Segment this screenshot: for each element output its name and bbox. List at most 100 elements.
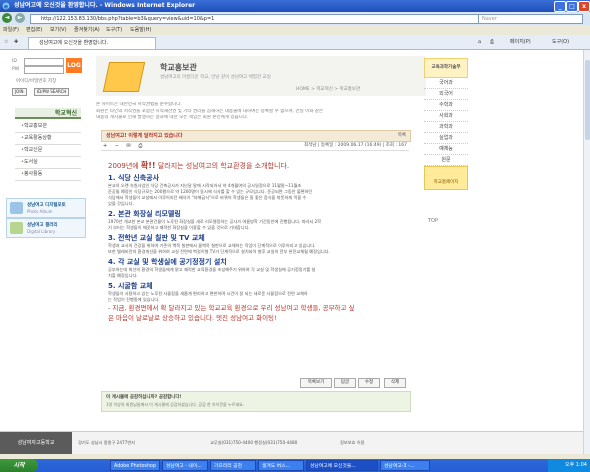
left-menu: 학교홍보관 교육활동상황 학교신문 도서실 봉사활동 bbox=[15, 121, 81, 181]
window-title: 성남여고에 오신것을 환영합니다. - Windows Internet Exp… bbox=[14, 2, 196, 9]
reply-button[interactable]: 답글 bbox=[334, 378, 356, 388]
section-title: 4. 각 교실 및 학생실에 공기정정기 설치 bbox=[108, 258, 227, 266]
list-button[interactable]: 목록 bbox=[398, 132, 406, 140]
left-menu-item[interactable]: 학교홍보관 bbox=[15, 121, 81, 133]
close-button[interactable]: x bbox=[578, 1, 590, 12]
banner-title: 성남여고 갤러리 bbox=[27, 223, 58, 228]
post-body: 2009년에 확!! 달라지는 성남여고의 학교환경을 소개합니다. 1. 식당… bbox=[108, 160, 410, 323]
taskbar: 시작 Adobe Photoshop 성남여고 - 내이... 가으리리 공천 … bbox=[0, 459, 590, 472]
banner-title: 성남여고 디지털포토 bbox=[27, 203, 66, 208]
left-menu-item[interactable]: 교육활동상황 bbox=[15, 133, 81, 145]
page-title: 학교홍보관 bbox=[160, 63, 197, 72]
edit-button[interactable]: 수정 bbox=[358, 378, 380, 388]
right-panel-item[interactable]: 사회과 bbox=[424, 111, 468, 122]
right-panel-list: 국어과 외국어 수학과 사회과 과학과 실업과 예체능 원문 bbox=[424, 78, 468, 166]
section-line: 치할 예정입니다. bbox=[108, 273, 138, 278]
comment-desc: 1명 이상의 회원님들께서 이 게시물에 공감하셨습니다. 공감 한 아이콘을 … bbox=[106, 402, 244, 407]
taskbar-item[interactable]: 가으리리 공천 bbox=[210, 460, 256, 471]
forward-icon[interactable]: ► bbox=[15, 13, 25, 23]
page-menu[interactable]: 페이지(P) bbox=[510, 38, 531, 46]
breadcrumb: HOME > 학교혁신 > 학교홍보관 bbox=[296, 87, 361, 92]
notice-line: 내용의 게시물로 인해 발생하는 결과에 대한 모든 책임은 회원 본인에게 있… bbox=[96, 115, 249, 120]
maximize-button[interactable]: □ bbox=[566, 1, 578, 12]
minimize-button[interactable]: _ bbox=[554, 1, 566, 12]
camera-icon bbox=[10, 202, 23, 214]
home-icon[interactable]: ⌂ bbox=[478, 38, 481, 46]
save-id-checkbox[interactable]: 아이디/비밀번호 저장 bbox=[16, 78, 56, 84]
menu-favorites[interactable]: 즐겨찾기(A) bbox=[74, 26, 100, 34]
tools-menu[interactable]: 도구(O) bbox=[552, 38, 569, 46]
right-panel-item[interactable]: 과학과 bbox=[424, 122, 468, 133]
section-title: 3. 전학년 교실 칠판 및 TV 교체 bbox=[108, 234, 205, 242]
section-title: 1. 식당 신축공사 bbox=[108, 174, 160, 182]
menu-tools[interactable]: 도구(T) bbox=[106, 26, 122, 34]
login-button[interactable]: LOG bbox=[66, 58, 82, 73]
vertical-scrollbar[interactable] bbox=[583, 50, 590, 454]
address-row: ◄ ► http://122.153.83.130/bbs.php?table=… bbox=[0, 12, 590, 26]
library-icon bbox=[10, 222, 23, 234]
taskbar-item[interactable]: 성남여고 - 내이... bbox=[162, 460, 208, 471]
post-info: + − ✉ ⎙ 최석남 | 등록일 : 2009.06.17 (16:49) |… bbox=[101, 141, 409, 151]
left-menu-title: 학교혁신 bbox=[15, 108, 81, 119]
menu-file[interactable]: 파일(F) bbox=[3, 26, 19, 34]
id-search-button[interactable]: ID/PW SEARCH bbox=[34, 88, 70, 96]
section-line: 있을 것입니다. bbox=[108, 201, 134, 206]
address-url: http://122.153.83.130/bbs.php?table=b3&q… bbox=[41, 16, 215, 22]
section-title: 2. 본관 화장실 리모델링 bbox=[108, 210, 181, 218]
menu-help[interactable]: 도움말(H) bbox=[130, 26, 151, 34]
add-favorite-icon[interactable]: ✚ bbox=[14, 38, 18, 46]
right-panel-item[interactable]: 실업과 bbox=[424, 133, 468, 144]
pw-label: PW bbox=[12, 67, 20, 72]
section-line: 또한 텔레비전의 환경개선을 위하여 교실 전면에 벽걸이형 TV가 단계적으로… bbox=[108, 249, 330, 254]
print-icon[interactable]: ⎙ bbox=[490, 38, 494, 46]
comment-title: 이 게시물에 공감하십니까? 공감합니다! bbox=[106, 395, 182, 400]
right-panel-item[interactable]: 외국어 bbox=[424, 89, 468, 100]
back-icon[interactable]: ◄ bbox=[2, 13, 12, 23]
top-button[interactable]: TOP bbox=[428, 218, 438, 224]
delete-button[interactable]: 삭제 bbox=[384, 378, 406, 388]
right-panel-head[interactable]: 교육과학기술부 bbox=[424, 58, 468, 78]
heading-wow: 확!! bbox=[140, 161, 156, 170]
join-button[interactable]: JOIN bbox=[12, 88, 27, 96]
banner-subtitle: Digital Library bbox=[27, 229, 56, 234]
footer-tel: 교무실(031)750-4400 행정실(031)750-4480 bbox=[210, 440, 298, 445]
list-view-button[interactable]: 목록보기 bbox=[300, 378, 332, 388]
closing-line: - 지금, 환경면에서 확 달라지고 있는 학교교육 환경으로 우리 성남여고 … bbox=[108, 304, 355, 312]
font-size-icons[interactable]: + − ✉ ⎙ bbox=[103, 143, 145, 149]
privacy-link[interactable]: 정보보호 이용 bbox=[340, 440, 364, 446]
menu-edit[interactable]: 편집(E) bbox=[26, 26, 42, 34]
search-input[interactable]: Naver bbox=[478, 14, 583, 24]
favorites-star-icon[interactable]: ☆ bbox=[4, 38, 8, 46]
pw-input[interactable] bbox=[24, 66, 64, 74]
post-heading: 2009년에 확!! 달라지는 성남여고의 학교환경을 소개합니다. bbox=[108, 160, 410, 171]
start-button[interactable]: 시작 bbox=[0, 459, 38, 472]
taskbar-item[interactable]: 생겨도 버스... bbox=[258, 460, 304, 471]
right-panel-item[interactable]: 국어과 bbox=[424, 78, 468, 89]
page-subtitle: 성남여고의 아름다운 학교, 만남 같이 성남여고 체험한 교실 bbox=[160, 75, 271, 80]
banner-subtitle: Photo Album bbox=[27, 209, 53, 214]
page-header: 학교홍보관 성남여고의 아름다운 학교, 만남 같이 성남여고 체험한 교실 H… bbox=[96, 56, 426, 96]
post-meta: 최석남 | 등록일 : 2009.06.17 (16:49) | 조회 : 16… bbox=[304, 143, 407, 148]
comment-box: 이 게시물에 공감하십니까? 공감합니다! 1명 이상의 회원님들께서 이 게시… bbox=[101, 391, 411, 412]
heading-prefix: 2009년에 bbox=[108, 162, 141, 170]
taskbar-item[interactable]: Adobe Photoshop bbox=[110, 460, 160, 471]
taskbar-item[interactable]: 성남여고-3 -... bbox=[380, 460, 430, 471]
photo-album-banner[interactable]: 성남여고 디지털포토 Photo Album bbox=[6, 198, 86, 218]
right-panel-item[interactable]: 원문 bbox=[424, 155, 468, 166]
tab-active[interactable]: 성남여고에 오신것을 환영합니다. bbox=[28, 37, 156, 49]
page-footer: 성남여자고등학교 경기도 성남시 중원구 2477번지 교무실(031)750-… bbox=[0, 431, 583, 455]
left-menu-item[interactable]: 도서실 bbox=[15, 157, 81, 169]
login-box: ID PW LOG 아이디/비밀번호 저장 JOIN ID/PW SEARCH bbox=[12, 58, 82, 100]
taskbar-item-active[interactable]: 성남여고에 오신것을... bbox=[306, 460, 378, 471]
right-panel-item[interactable]: 수학과 bbox=[424, 100, 468, 111]
left-menu-item[interactable]: 봉사활동 bbox=[15, 169, 81, 181]
scrollbar-thumb[interactable] bbox=[585, 60, 590, 140]
left-menu-item[interactable]: 학교신문 bbox=[15, 145, 81, 157]
school-homepage-link[interactable]: 학교홈페이지 bbox=[424, 166, 468, 190]
right-panel-item[interactable]: 예체능 bbox=[424, 144, 468, 155]
menu-view[interactable]: 보기(V) bbox=[50, 26, 67, 34]
gallery-banner[interactable]: 성남여고 갤러리 Digital Library bbox=[6, 218, 86, 238]
id-input[interactable] bbox=[24, 58, 64, 66]
address-bar[interactable]: http://122.153.83.130/bbs.php?table=b3&q… bbox=[30, 14, 482, 24]
section-line: 기 부터는 학생들이 깨끗하고 쾌적한 화장실을 이용할 수 있을 것으로 기대… bbox=[108, 225, 250, 230]
